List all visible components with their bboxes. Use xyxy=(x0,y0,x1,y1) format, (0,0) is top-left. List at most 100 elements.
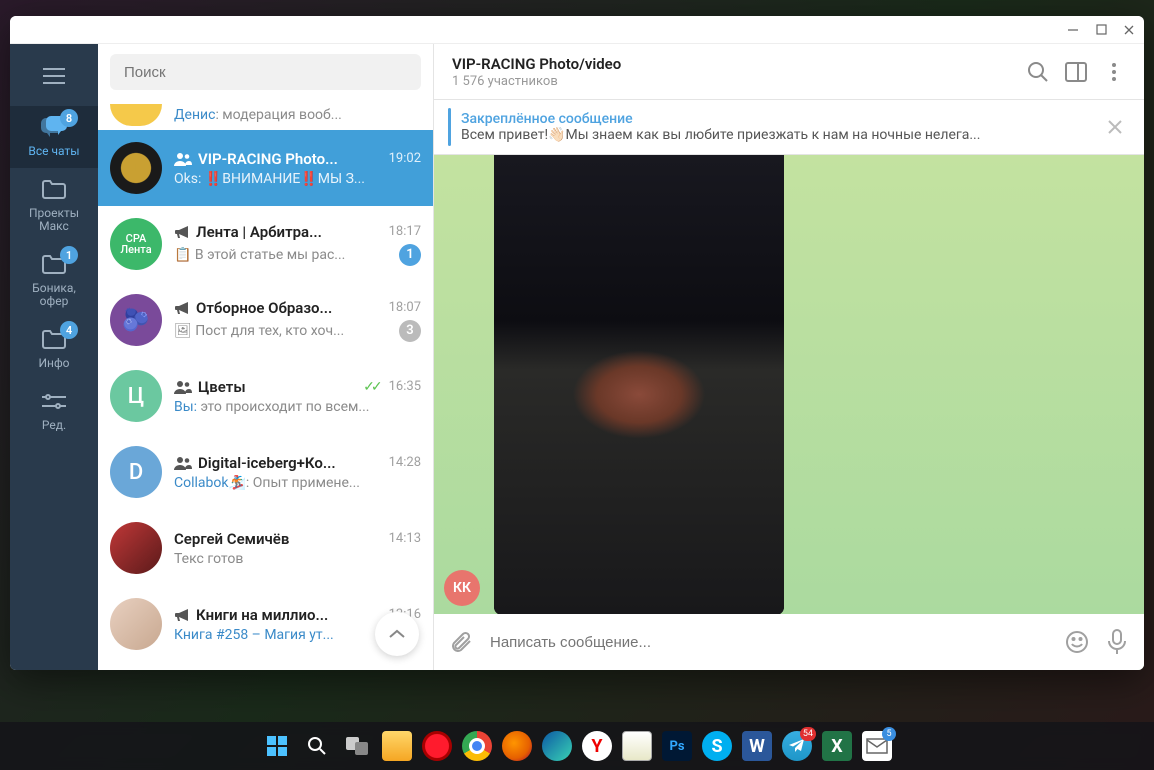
chat-preview: Текс готов xyxy=(174,551,421,567)
message-composer xyxy=(434,614,1144,670)
start-button[interactable] xyxy=(262,731,292,761)
chat-item[interactable]: D Digital-iceberg+Ко... 14:28 Collabok🏂:… xyxy=(98,434,433,510)
firefox-icon[interactable] xyxy=(502,731,532,761)
sidebar-toggle-button[interactable] xyxy=(1064,60,1088,84)
video-thumbnail xyxy=(494,155,784,614)
video-message[interactable] xyxy=(494,155,784,614)
group-icon xyxy=(174,379,192,395)
pinned-text: Всем привет!👋🏻Мы знаем как вы любите при… xyxy=(461,127,1090,143)
rail-edit[interactable]: Ред. xyxy=(10,380,98,442)
emoji-button[interactable] xyxy=(1064,629,1090,655)
skype-icon[interactable]: S xyxy=(702,731,732,761)
rail-projects[interactable]: Проекты Макс xyxy=(10,168,98,243)
pinned-message[interactable]: Закреплённое сообщение Всем привет!👋🏻Мы … xyxy=(434,100,1144,155)
chat-time: 18:17 xyxy=(389,224,421,239)
avatar: CPAЛента xyxy=(110,218,162,270)
task-view-button[interactable] xyxy=(342,731,372,761)
chat-preview: 🖼 Пост для тех, кто хоч... xyxy=(174,323,393,339)
attach-button[interactable] xyxy=(448,629,474,655)
chat-item[interactable]: CPAЛента Лента | Арбитра... 18:17 📋 В эт… xyxy=(98,206,433,282)
scroll-up-button[interactable] xyxy=(375,612,419,656)
chat-item[interactable]: Денис: модерация вооб.... xyxy=(98,100,433,130)
chat-header-title: VIP-RACING Photo/video xyxy=(452,55,1012,73)
unread-badge: 3 xyxy=(399,320,421,342)
mail-icon[interactable]: 5 xyxy=(862,731,892,761)
chat-title: Цветы xyxy=(174,378,357,396)
avatar xyxy=(110,104,162,126)
folder-icon xyxy=(40,176,68,204)
rail-all-chats[interactable]: 8 Все чаты xyxy=(10,106,98,168)
minimize-button[interactable] xyxy=(1066,23,1080,37)
chat-header[interactable]: VIP-RACING Photo/video 1 576 участников xyxy=(434,44,1144,100)
window-titlebar xyxy=(10,16,1144,44)
search-input[interactable] xyxy=(110,54,421,90)
chat-time: 14:28 xyxy=(389,455,421,470)
pinned-title: Закреплённое сообщение xyxy=(461,111,1090,127)
word-icon[interactable]: W xyxy=(742,731,772,761)
megaphone-icon xyxy=(174,224,190,240)
rail-info[interactable]: 4 Инфо xyxy=(10,318,98,380)
folders-rail: 8 Все чаты Проекты Макс 1 Боника, офер 4… xyxy=(10,44,98,670)
menu-button[interactable] xyxy=(34,56,74,96)
photoshop-icon[interactable]: Ps xyxy=(662,731,692,761)
taskbar[interactable]: Y Ps S W 54 X 5 xyxy=(0,722,1154,770)
chat-preview: Вы: это происходит по всем... xyxy=(174,399,421,415)
avatar xyxy=(110,598,162,650)
search-in-chat-button[interactable] xyxy=(1026,60,1050,84)
notepad-icon[interactable] xyxy=(622,731,652,761)
chat-title: Лента | Арбитра... xyxy=(174,223,383,241)
taskbar-badge: 5 xyxy=(882,727,896,741)
pinned-close-button[interactable] xyxy=(1100,112,1130,142)
excel-icon[interactable]: X xyxy=(822,731,852,761)
read-checks-icon: ✓✓ xyxy=(363,379,378,395)
opera-icon[interactable] xyxy=(422,731,452,761)
chat-time: 14:13 xyxy=(389,531,421,546)
rail-bonika[interactable]: 1 Боника, офер xyxy=(10,243,98,318)
chat-item[interactable]: Сергей Семичёв 14:13 Текс готов xyxy=(98,510,433,586)
chat-list: Денис: модерация вооб.... V.I.P. VIP-RAC… xyxy=(98,44,434,670)
chat-title: Сергей Семичёв xyxy=(174,530,383,548)
message-input[interactable] xyxy=(488,633,1050,652)
more-menu-button[interactable] xyxy=(1102,60,1126,84)
telegram-window: 8 Все чаты Проекты Макс 1 Боника, офер 4… xyxy=(10,16,1144,670)
chat-title: Книги на миллио... xyxy=(174,606,383,624)
search-taskbar-button[interactable] xyxy=(302,731,332,761)
yandex-icon[interactable]: Y xyxy=(582,731,612,761)
chrome-icon[interactable] xyxy=(462,731,492,761)
maximize-button[interactable] xyxy=(1094,23,1108,37)
unread-badge: 1 xyxy=(399,244,421,266)
group-icon xyxy=(174,455,192,471)
megaphone-icon xyxy=(174,300,190,316)
voice-button[interactable] xyxy=(1104,629,1130,655)
avatar xyxy=(110,522,162,574)
megaphone-icon xyxy=(174,607,190,623)
edge-icon[interactable] xyxy=(542,731,572,761)
chat-preview: Oks: ‼️ВНИМАНИЕ‼️МЫ З... xyxy=(174,171,421,187)
chats-scroll[interactable]: Денис: модерация вооб.... V.I.P. VIP-RAC… xyxy=(98,100,433,670)
chat-item-selected[interactable]: V.I.P. VIP-RACING Photo... 19:02 Oks: ‼️… xyxy=(98,130,433,206)
chat-header-subtitle: 1 576 участников xyxy=(452,74,1012,89)
avatar: 🫐 xyxy=(110,294,162,346)
sender-avatar[interactable]: КК xyxy=(444,570,480,606)
chat-item[interactable]: Ц Цветы ✓✓ 16:35 Вы: это происходит по в… xyxy=(98,358,433,434)
explorer-icon[interactable] xyxy=(382,731,412,761)
chat-time: 18:07 xyxy=(389,300,421,315)
chat-time: 19:02 xyxy=(389,151,421,166)
settings-icon xyxy=(40,388,68,416)
rail-label: Инфо xyxy=(38,357,69,370)
avatar: D xyxy=(110,446,162,498)
rail-badge: 1 xyxy=(60,246,78,264)
rail-label: Боника, офер xyxy=(32,282,76,308)
taskbar-badge: 54 xyxy=(800,727,816,741)
desktop: 8 Все чаты Проекты Макс 1 Боника, офер 4… xyxy=(0,0,1154,770)
close-button[interactable] xyxy=(1122,23,1136,37)
messages-area[interactable]: КК xyxy=(434,155,1144,614)
rail-badge: 4 xyxy=(60,321,78,339)
chat-time: 16:35 xyxy=(389,379,421,394)
chat-preview: Collabok🏂: Опыт примене... xyxy=(174,475,421,491)
chat-title: VIP-RACING Photo... xyxy=(174,150,383,168)
chat-preview: Денис: модерация вооб... xyxy=(174,107,393,123)
chat-item[interactable]: 🫐 Отборное Образо... 18:07 🖼 Пост для те… xyxy=(98,282,433,358)
telegram-icon[interactable]: 54 xyxy=(782,731,812,761)
rail-label: Проекты Макс xyxy=(29,207,79,233)
